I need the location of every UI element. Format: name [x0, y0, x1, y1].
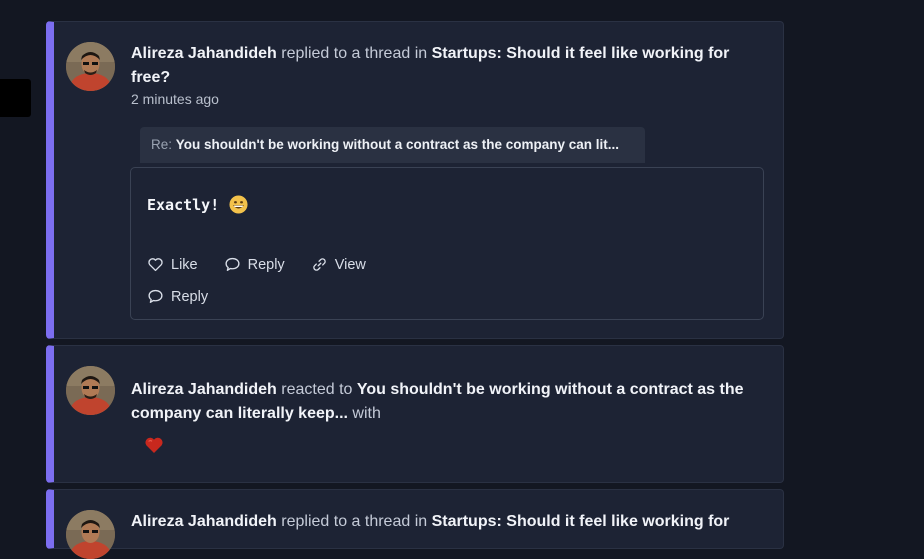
reply-message-box: Exactly! Like Reply View Reply — [130, 167, 764, 320]
author-link[interactable]: Alireza Jahandideh — [131, 381, 277, 398]
like-label: Like — [171, 256, 198, 273]
thread-link[interactable]: Startups: Should it feel like working fo… — [432, 513, 730, 530]
reply-to-thread: Reply — [147, 288, 208, 305]
reply-thread-button[interactable]: Reply — [147, 288, 208, 305]
timestamp: 2 minutes ago — [131, 91, 219, 107]
quoted-message[interactable]: Re: You shouldn't be working without a c… — [140, 127, 645, 163]
heart-icon — [143, 434, 165, 456]
reply-text: Exactly! — [147, 195, 220, 214]
activity-verb: replied to a thread in — [276, 513, 432, 530]
speech-bubble-icon — [225, 257, 240, 271]
activity-card-reaction: Alireza Jahandideh reacted to You should… — [46, 345, 784, 483]
activity-headline: Alireza Jahandideh replied to a thread i… — [131, 42, 767, 90]
activity-verb: replied to a thread in — [276, 45, 432, 62]
view-button[interactable]: View — [311, 256, 366, 273]
activity-headline: Alireza Jahandideh reacted to You should… — [131, 378, 767, 426]
activity-card-reply: Alireza Jahandideh replied to a thread i… — [46, 21, 784, 339]
reply-thread-label: Reply — [171, 288, 209, 305]
quote-prefix: Re: — [151, 137, 176, 152]
collapsed-side-panel[interactable] — [0, 79, 31, 117]
author-link[interactable]: Alireza Jahandideh — [131, 45, 277, 62]
message-actions: Like Reply View — [147, 256, 366, 273]
view-label: View — [334, 256, 366, 273]
reply-button[interactable]: Reply — [224, 256, 285, 273]
heart-outline-icon — [148, 258, 163, 272]
activity-verb: reacted to — [276, 381, 357, 398]
avatar[interactable] — [66, 42, 115, 91]
like-button[interactable]: Like — [147, 256, 198, 273]
activity-suffix: with — [347, 405, 381, 422]
speech-bubble-icon — [148, 289, 163, 303]
author-link[interactable]: Alireza Jahandideh — [131, 513, 277, 530]
avatar[interactable] — [66, 366, 115, 415]
link-icon — [312, 258, 326, 271]
grinning-face-icon — [229, 195, 248, 214]
avatar[interactable] — [66, 510, 115, 559]
reply-label: Reply — [247, 256, 285, 273]
activity-card-reply: Alireza Jahandideh replied to a thread i… — [46, 489, 784, 559]
quote-text: You shouldn't be working without a contr… — [175, 137, 620, 152]
activity-headline: Alireza Jahandideh replied to a thread i… — [131, 510, 767, 534]
reply-message: Exactly! — [147, 195, 248, 214]
